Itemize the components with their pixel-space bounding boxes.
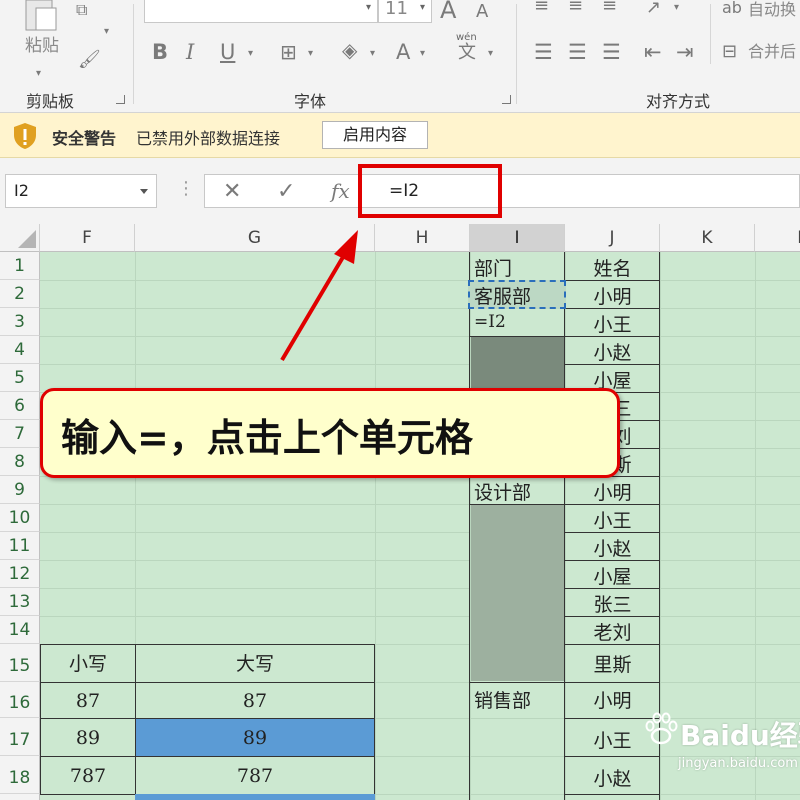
paw-logo-icon — [645, 712, 678, 745]
baidu-watermark: Baidu经验 jingyan.baidu.com — [600, 706, 800, 796]
watermark-url: jingyan.baidu.com — [678, 756, 798, 771]
watermark-brand: Baidu经验 — [680, 719, 800, 752]
callout-text: 输入=，点击上个单元格 — [61, 416, 473, 460]
instruction-callout: 输入=，点击上个单元格 — [40, 388, 620, 478]
